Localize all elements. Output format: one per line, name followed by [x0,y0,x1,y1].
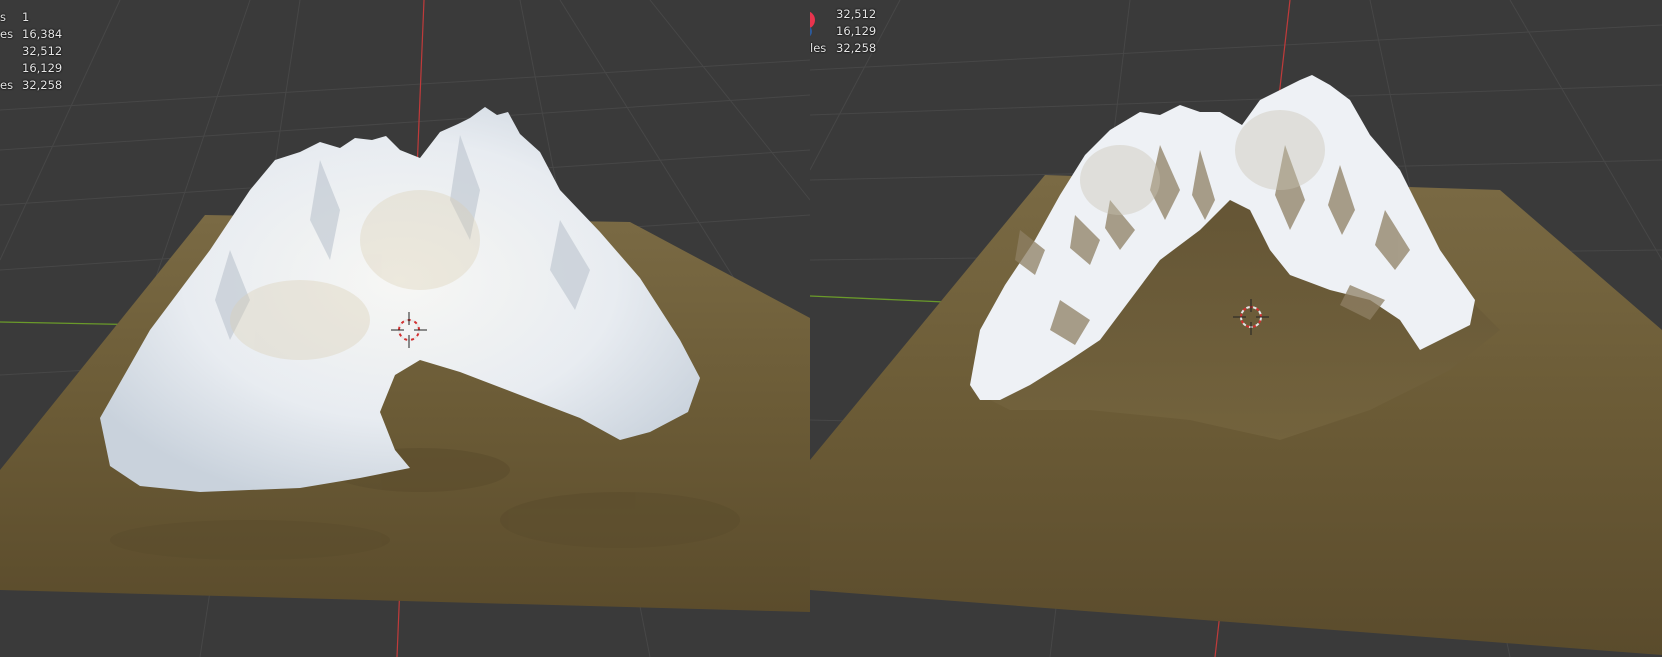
stat-row-faces: 16,129 [22,61,63,75]
stat-row-triangles: es 32,258 [0,78,63,92]
viewport-left[interactable]: s1 es 16,384 32,512 16,129 es 32,258 [0,0,810,657]
viewport-right[interactable]: X 32,512 16,129 les32,258 [810,0,1662,657]
stat-row-faces: 16,129 [836,24,877,38]
viewport-right-scene [810,0,1662,657]
scene-statistics-overlay: 32,512 16,129 les 32,258 [810,6,876,57]
stat-row-objects: s1 [0,10,30,24]
blender-split-view: s1 es 16,384 32,512 16,129 es 32,258 32,… [0,0,1662,657]
stat-row-edges: 32,512 [22,44,63,58]
scene-statistics-overlay: s1 es 16,384 32,512 16,129 es 32,258 [0,9,62,94]
viewport-left-scene [0,0,810,657]
stat-row-vertices: es 16,384 [0,27,63,41]
stat-row-edges: 32,512 [836,7,877,21]
stat-row-triangles: les 32,258 [810,41,877,55]
